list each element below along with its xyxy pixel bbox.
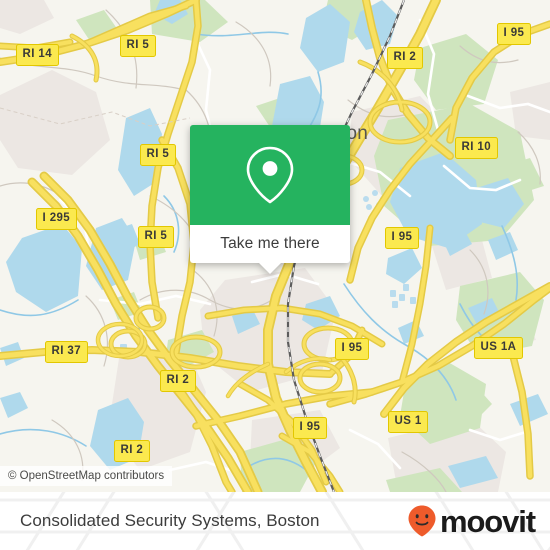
moovit-wordmark: moovit: [439, 503, 536, 539]
popup-tail: [259, 263, 281, 274]
road-shield[interactable]: I 95: [385, 227, 419, 249]
road-shield[interactable]: RI 14: [16, 44, 59, 66]
road-shield[interactable]: I 95: [497, 23, 531, 45]
road-shield[interactable]: I 95: [335, 338, 369, 360]
road-shield[interactable]: RI 5: [138, 226, 174, 248]
road-shield[interactable]: RI 2: [114, 440, 150, 462]
map-marker-popup[interactable]: Take me there: [190, 125, 350, 274]
map-page: ton RI 14 RI 5 RI 5 RI 2 I 95 RI 10 I 29…: [0, 0, 550, 550]
take-me-there-label: Take me there: [220, 235, 320, 252]
road-shield[interactable]: RI 5: [140, 144, 176, 166]
map-attribution[interactable]: © OpenStreetMap contributors: [0, 466, 173, 486]
map-viewport[interactable]: ton RI 14 RI 5 RI 5 RI 2 I 95 RI 10 I 29…: [0, 0, 550, 492]
attribution-text: © OpenStreetMap contributors: [8, 470, 165, 482]
road-shield[interactable]: US 1: [388, 411, 429, 433]
location-pin-icon: [246, 146, 294, 204]
road-shield[interactable]: RI 2: [160, 370, 196, 392]
road-shield[interactable]: RI 10: [455, 137, 498, 159]
road-shield[interactable]: US 1A: [474, 337, 523, 359]
popup-header: [190, 125, 350, 225]
popup-body[interactable]: Take me there: [190, 225, 350, 274]
road-shield[interactable]: I 95: [293, 417, 327, 439]
road-shield[interactable]: RI 5: [120, 35, 156, 57]
footer-bar: Consolidated Security Systems, Boston mo…: [0, 492, 550, 550]
road-shield[interactable]: I 295: [36, 208, 77, 230]
place-title: Consolidated Security Systems, Boston: [20, 511, 320, 530]
moovit-brand[interactable]: moovit: [407, 492, 536, 550]
road-shield[interactable]: RI 2: [387, 47, 423, 69]
moovit-pin-icon: [408, 505, 436, 537]
road-shield[interactable]: RI 37: [45, 341, 88, 363]
